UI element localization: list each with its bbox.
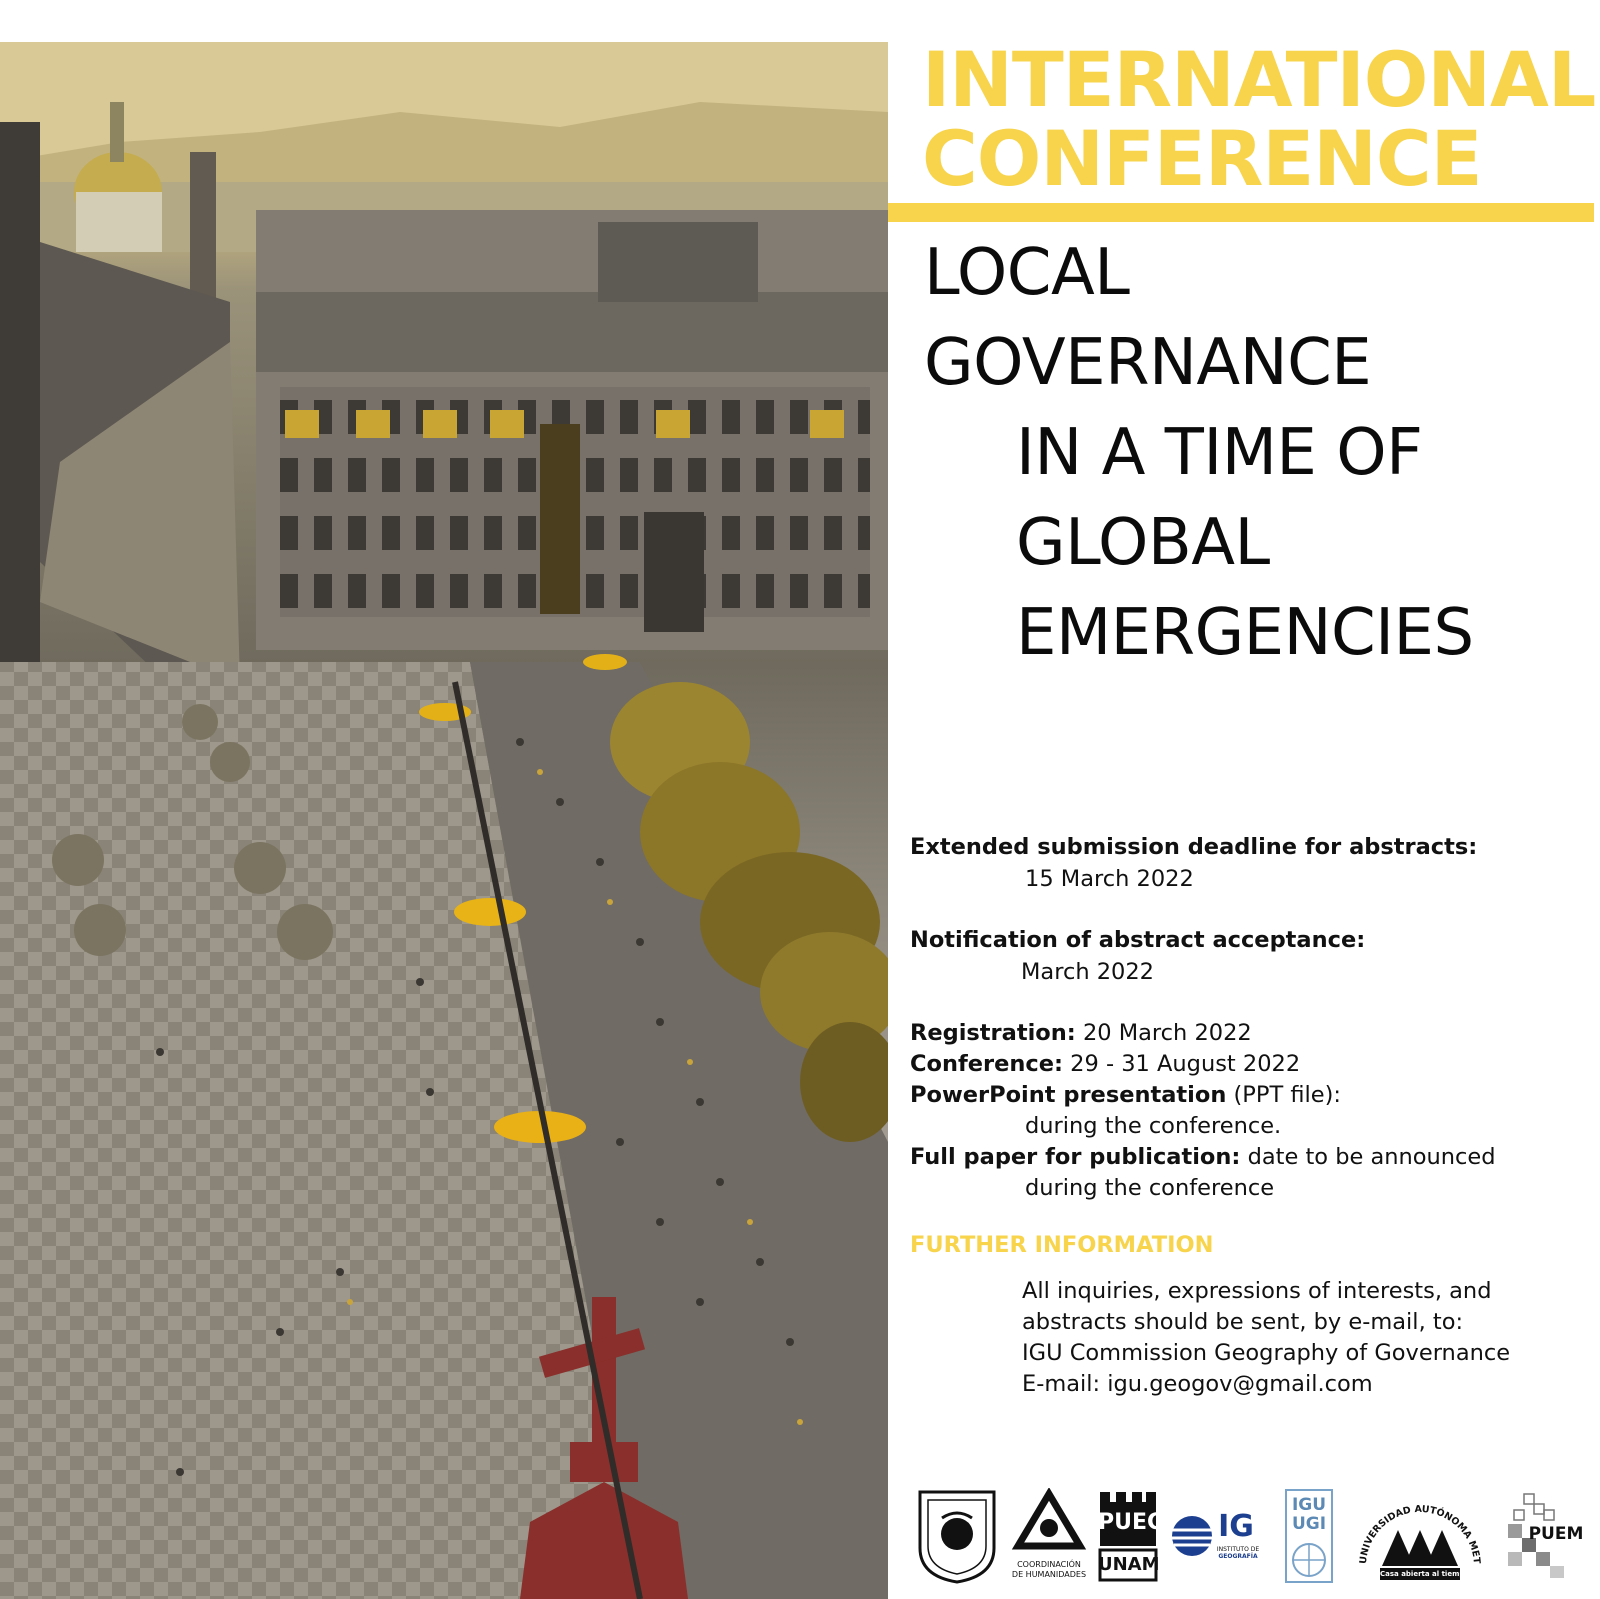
subtitle-line-2: GOVERNANCE xyxy=(924,326,1372,400)
igu-text: IGU xyxy=(1291,1495,1327,1515)
subtitle-line-3: IN A TIME OF xyxy=(1016,416,1423,490)
further-info-heading: FURTHER INFORMATION xyxy=(910,1232,1214,1258)
subtitle-line-5: EMERGENCIES xyxy=(1016,596,1474,670)
ig-caption-2: GEOGRAFÍA xyxy=(1218,1553,1258,1560)
instituto-geografia-logo: IG INSTITUTO DE GEOGRAFÍA xyxy=(1170,1488,1260,1584)
conference-value: 29 - 31 August 2022 xyxy=(1070,1051,1301,1077)
further-info-line-2: abstracts should be sent, by e-mail, to: xyxy=(1022,1309,1464,1335)
deadline-label: Extended submission deadline for abstrac… xyxy=(910,834,1478,860)
ig-caption-1: INSTITUTO DE xyxy=(1216,1546,1260,1553)
conference-heading: INTERNATIONAL CONFERENCE xyxy=(922,40,1596,198)
unam-text: UNAM xyxy=(1098,1554,1160,1575)
subtitle-line-1: LOCAL xyxy=(924,236,1130,310)
contact-email[interactable]: E-mail: igu.geogov@gmail.com xyxy=(1022,1369,1373,1400)
registration-value: 20 March 2022 xyxy=(1082,1020,1252,1046)
heading-line-1: INTERNATIONAL xyxy=(922,35,1596,124)
paper-detail: during the conference xyxy=(1025,1175,1275,1201)
conference-photo xyxy=(0,42,888,1599)
uam-logo: UNIVERSIDAD AUTÓNOMA METROPOLITANA Casa … xyxy=(1348,1480,1488,1584)
further-info-line-3: IGU Commission Geography of Governance xyxy=(1022,1340,1511,1366)
heading-divider xyxy=(888,203,1594,222)
registration-row: Registration: 20 March 2022 xyxy=(910,1020,1252,1046)
notification-label: Notification of abstract acceptance: xyxy=(910,927,1366,953)
ppt-detail: during the conference. xyxy=(1025,1113,1282,1139)
ugi-text: UGI xyxy=(1291,1514,1327,1534)
uam-tagline: Casa abierta al tiempo xyxy=(1380,1570,1470,1578)
subtitle-line-4: GLOBAL xyxy=(1016,506,1270,580)
further-info-line-1: All inquiries, expressions of interests,… xyxy=(1022,1278,1492,1304)
paper-row: Full paper for publication: date to be a… xyxy=(910,1144,1496,1170)
ppt-value: (PPT file): xyxy=(1233,1082,1341,1108)
notification-value: March 2022 xyxy=(1021,959,1155,985)
coordinacion-caption-1: COORDINACIÓN xyxy=(1017,1560,1081,1569)
deadline-value: 15 March 2022 xyxy=(1025,866,1194,892)
puem-text: PUEM xyxy=(1528,1524,1584,1544)
heading-line-2: CONFERENCE xyxy=(922,114,1483,203)
ppt-row: PowerPoint presentation (PPT file): xyxy=(910,1082,1341,1108)
conference-row: Conference: 29 - 31 August 2022 xyxy=(910,1051,1301,1077)
unam-seal-logo xyxy=(916,1488,998,1584)
coordinacion-caption-2: DE HUMANIDADES xyxy=(1011,1570,1087,1579)
ig-text: IG xyxy=(1218,1509,1254,1544)
puec-text: PUEC xyxy=(1098,1510,1164,1535)
paper-value: date to be announced xyxy=(1247,1144,1496,1170)
puem-logo: PUEM xyxy=(1502,1488,1586,1584)
puec-unam-logo: PUEC UNAM xyxy=(1098,1488,1164,1584)
igu-ugi-logo: IGU UGI xyxy=(1284,1488,1334,1584)
coordinacion-humanidades-logo: COORDINACIÓN DE HUMANIDADES xyxy=(1010,1487,1088,1584)
